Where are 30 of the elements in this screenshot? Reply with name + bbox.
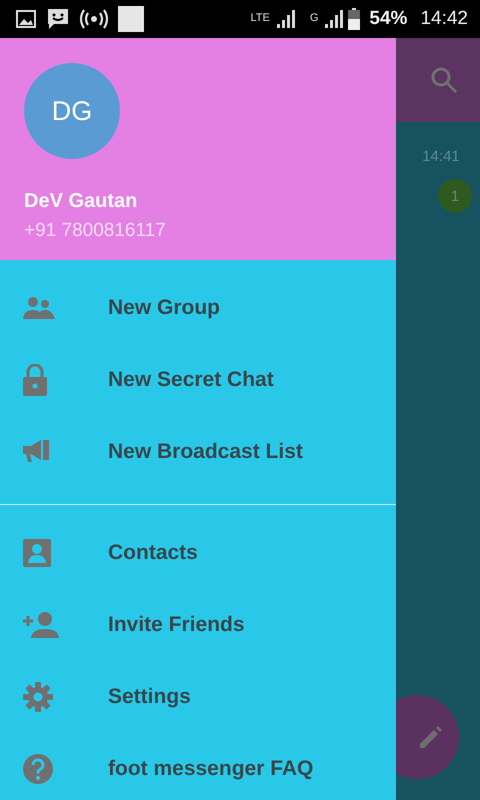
menu-item[interactable]: Invite Friends — [0, 589, 396, 661]
signal-icon — [274, 10, 295, 28]
phone-number: +91 7800816117 — [24, 220, 166, 242]
contact-card-icon — [23, 539, 51, 567]
menu-item[interactable]: New Broadcast List — [0, 416, 396, 488]
menu-item[interactable]: Settings — [0, 661, 396, 733]
broadcast-icon — [80, 8, 108, 30]
battery-percent: 54% — [369, 8, 408, 30]
network-label: G — [310, 12, 318, 24]
menu-item[interactable]: New Group — [0, 272, 396, 344]
pencil-icon — [418, 724, 444, 750]
signal-icon — [323, 10, 344, 28]
chat-time: 14:41 — [422, 148, 460, 165]
megaphone-icon — [23, 440, 49, 464]
network-label: LTE — [250, 12, 270, 24]
chat-icon — [46, 7, 70, 31]
menu-item[interactable]: New Secret Chat — [0, 344, 396, 416]
group-icon — [23, 297, 55, 319]
help-icon — [23, 754, 53, 784]
add-person-icon — [23, 612, 59, 638]
image-icon — [16, 10, 36, 28]
lock-icon — [23, 364, 47, 396]
battery-icon — [348, 8, 360, 30]
notification-icon — [118, 6, 144, 32]
avatar[interactable]: DG — [24, 63, 120, 159]
menu-item[interactable]: Contacts — [0, 517, 396, 589]
unread-badge: 1 — [438, 179, 472, 213]
user-name: DeV Gautan — [24, 190, 138, 213]
clock: 14:42 — [420, 8, 468, 30]
menu-item[interactable]: foot messenger FAQ — [0, 733, 396, 800]
